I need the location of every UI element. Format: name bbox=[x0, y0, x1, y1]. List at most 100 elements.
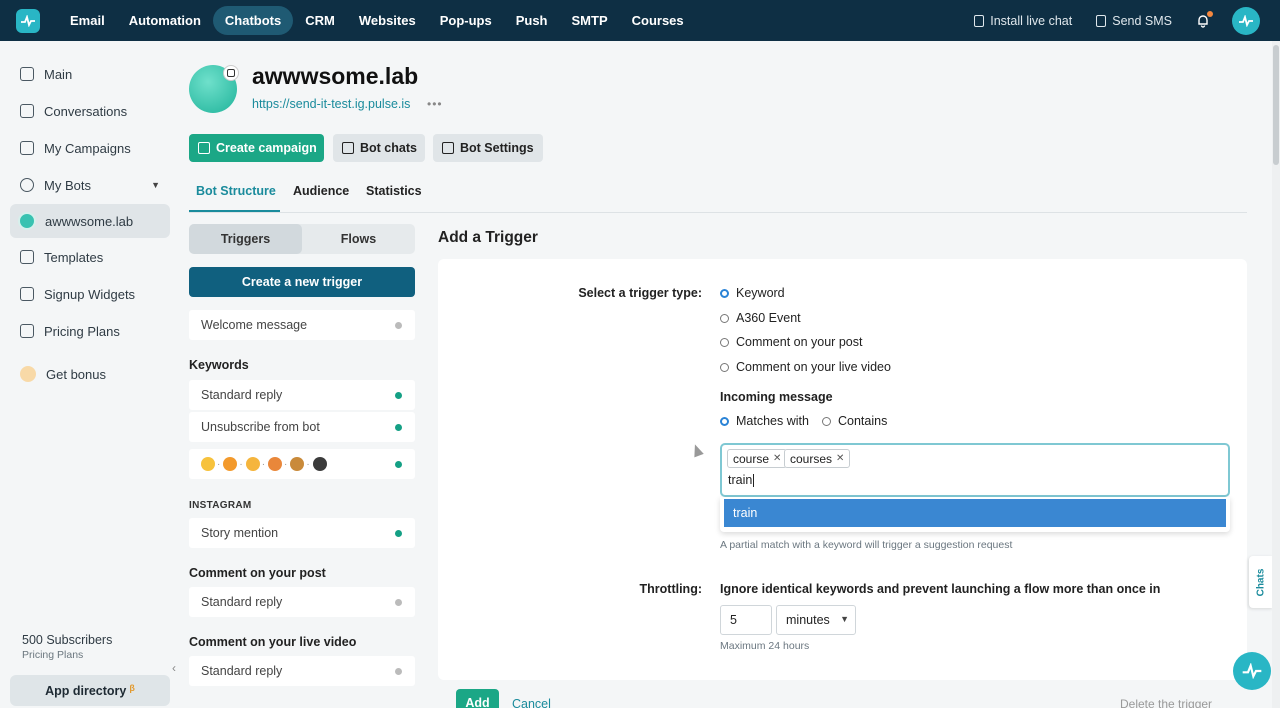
campaign-icon bbox=[198, 142, 210, 154]
bomb-emoji-icon bbox=[312, 457, 327, 471]
trigger-type-label: Select a trigger type: bbox=[578, 286, 702, 300]
radio-checked-icon bbox=[720, 416, 729, 426]
collapse-sidebar-icon[interactable]: ‹ bbox=[172, 661, 176, 675]
trigger-label: Standard reply bbox=[201, 664, 283, 678]
app-logo[interactable] bbox=[16, 8, 40, 33]
bot-tabs: Bot Structure Audience Statistics bbox=[189, 181, 1247, 213]
radio-contains[interactable]: Contains bbox=[822, 414, 887, 428]
radio-unchecked-icon bbox=[720, 313, 729, 323]
nav-popups[interactable]: Pop-ups bbox=[428, 6, 504, 35]
bot-avatar-icon bbox=[18, 212, 36, 230]
throttling-description: Ignore identical keywords and prevent la… bbox=[720, 582, 1161, 596]
install-live-chat-link[interactable]: Install live chat bbox=[974, 14, 1072, 28]
status-dot bbox=[395, 668, 402, 675]
create-campaign-button[interactable]: Create campaign bbox=[189, 134, 324, 162]
templates-icon bbox=[20, 250, 34, 264]
radio-keyword[interactable]: Keyword bbox=[720, 286, 785, 300]
bot-url-link[interactable]: https://send-it-test.ig.pulse.is bbox=[252, 97, 410, 111]
trigger-story-mention[interactable]: Story mention bbox=[189, 518, 415, 548]
trigger-standard-reply[interactable]: Standard reply bbox=[189, 380, 415, 410]
sidebar-item-label: My Bots bbox=[44, 177, 91, 193]
sidebar-item-awwwsome-lab[interactable]: awwwsome.lab bbox=[10, 204, 170, 238]
bot-settings-button[interactable]: Bot Settings bbox=[433, 134, 543, 162]
page-scrollbar[interactable] bbox=[1272, 41, 1280, 708]
remove-tag-icon[interactable]: ✕ bbox=[836, 453, 844, 464]
trigger-comment-post-reply[interactable]: Standard reply bbox=[189, 587, 415, 617]
keyword-tags-input[interactable]: course ✕ courses ✕ train bbox=[720, 443, 1230, 497]
radio-matches-with[interactable]: Matches with bbox=[720, 414, 809, 428]
trigger-label: Standard reply bbox=[201, 595, 283, 609]
sidebar-item-get-bonus[interactable]: Get bonus bbox=[0, 357, 180, 391]
settings-icon bbox=[442, 142, 454, 154]
subscription-info[interactable]: 500 Subscribers Pricing Plans bbox=[22, 633, 112, 661]
sidebar-item-signup-widgets[interactable]: Signup Widgets bbox=[0, 277, 180, 311]
keyword-tag[interactable]: course ✕ bbox=[727, 449, 788, 468]
pricing-plans-link[interactable]: Pricing Plans bbox=[22, 649, 112, 661]
comment-post-heading: Comment on your post bbox=[189, 566, 326, 580]
radio-comment-live[interactable]: Comment on your live video bbox=[720, 360, 891, 374]
pulse-icon bbox=[1239, 14, 1253, 27]
remove-tag-icon[interactable]: ✕ bbox=[773, 453, 781, 464]
trigger-label: Standard reply bbox=[201, 388, 283, 402]
live-chat-fab[interactable] bbox=[1233, 652, 1271, 690]
delete-trigger-link[interactable]: Delete the trigger bbox=[1120, 697, 1212, 708]
throttle-unit-select[interactable]: minutes ▼ bbox=[776, 605, 856, 635]
bell-icon[interactable] bbox=[1196, 10, 1213, 28]
sidebar-item-pricing-plans[interactable]: Pricing Plans bbox=[0, 314, 180, 348]
nav-websites[interactable]: Websites bbox=[347, 6, 428, 35]
radio-a360-event[interactable]: A360 Event bbox=[720, 311, 801, 325]
user-avatar[interactable] bbox=[1232, 6, 1260, 35]
segment-triggers[interactable]: Triggers bbox=[189, 224, 302, 254]
keyword-tag[interactable]: courses ✕ bbox=[784, 449, 851, 468]
create-new-trigger-button[interactable]: Create a new trigger bbox=[189, 267, 415, 297]
throttling-label: Throttling: bbox=[639, 582, 702, 596]
sidebar-item-label: Main bbox=[44, 66, 73, 82]
top-navbar: Email Automation Chatbots CRM Websites P… bbox=[0, 0, 1280, 41]
segment-flows[interactable]: Flows bbox=[302, 224, 415, 254]
more-options-icon[interactable]: ••• bbox=[427, 97, 443, 111]
sidebar: Main Conversations My Campaigns My Bots … bbox=[0, 41, 180, 708]
tab-audience[interactable]: Audience bbox=[293, 181, 349, 212]
status-dot bbox=[395, 322, 402, 329]
trigger-unsubscribe[interactable]: Unsubscribe from bot bbox=[189, 412, 415, 442]
tab-statistics[interactable]: Statistics bbox=[366, 181, 422, 212]
send-sms-link[interactable]: Send SMS bbox=[1096, 14, 1172, 28]
nav-courses[interactable]: Courses bbox=[620, 6, 696, 35]
app-directory-button[interactable]: App directory β bbox=[10, 675, 170, 706]
throttle-value-input[interactable]: 5 bbox=[720, 605, 772, 635]
sidebar-item-main[interactable]: Main bbox=[0, 57, 180, 91]
clapping-emoji-icon bbox=[245, 457, 260, 471]
nav-chatbots[interactable]: Chatbots bbox=[212, 6, 294, 35]
bot-chats-button[interactable]: Bot chats bbox=[333, 134, 425, 162]
add-button[interactable]: Add bbox=[456, 689, 499, 708]
trigger-emoji-keywords[interactable]: · · · · · bbox=[189, 449, 415, 479]
scrollbar-thumb[interactable] bbox=[1273, 45, 1279, 165]
sidebar-item-my-bots[interactable]: My Bots ▼ bbox=[0, 168, 180, 202]
chevron-down-icon: ▼ bbox=[151, 180, 160, 190]
nav-smtp[interactable]: SMTP bbox=[560, 6, 620, 35]
sidebar-item-my-campaigns[interactable]: My Campaigns bbox=[0, 131, 180, 165]
trigger-comment-live-reply[interactable]: Standard reply bbox=[189, 656, 415, 686]
radio-unchecked-icon bbox=[822, 416, 831, 426]
sidebar-item-templates[interactable]: Templates bbox=[0, 240, 180, 274]
tab-bot-structure[interactable]: Bot Structure bbox=[189, 181, 280, 212]
chats-side-tab[interactable]: Chats bbox=[1249, 556, 1273, 608]
keyword-suggestions: train bbox=[720, 497, 1230, 532]
beta-badge: β bbox=[129, 682, 135, 693]
nav-automation[interactable]: Automation bbox=[117, 6, 213, 35]
top-right-tools: Install live chat Send SMS bbox=[974, 0, 1280, 41]
nav-crm[interactable]: CRM bbox=[293, 6, 347, 35]
bot-settings-label: Bot Settings bbox=[460, 141, 534, 155]
radio-label: Matches with bbox=[736, 414, 809, 428]
suggestion-option[interactable]: train bbox=[724, 499, 1226, 527]
cancel-link[interactable]: Cancel bbox=[512, 697, 551, 708]
trigger-welcome-message[interactable]: Welcome message bbox=[189, 310, 415, 340]
sidebar-item-conversations[interactable]: Conversations bbox=[0, 94, 180, 128]
nav-push[interactable]: Push bbox=[504, 6, 560, 35]
keyword-typed-text[interactable]: train bbox=[728, 473, 755, 488]
fire-emoji-icon bbox=[268, 457, 283, 471]
pulse-icon bbox=[1242, 663, 1262, 679]
radio-label: A360 Event bbox=[736, 311, 801, 325]
radio-comment-post[interactable]: Comment on your post bbox=[720, 335, 862, 349]
nav-email[interactable]: Email bbox=[58, 6, 117, 35]
